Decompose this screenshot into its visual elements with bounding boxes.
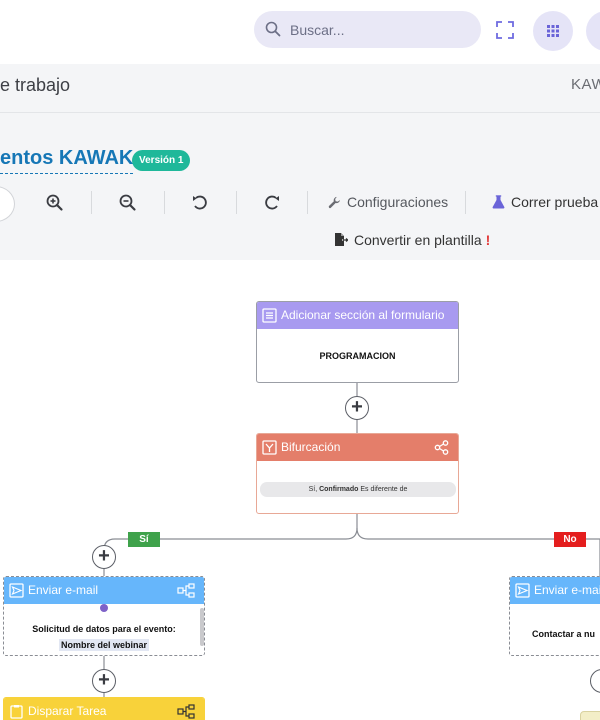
- add-step-button[interactable]: +: [345, 396, 369, 420]
- add-step-button[interactable]: +: [92, 545, 116, 569]
- share-icon[interactable]: [177, 704, 195, 719]
- search-input[interactable]: Buscar...: [290, 22, 344, 38]
- settings-label: Configuraciones: [347, 194, 449, 210]
- fullscreen-icon[interactable]: [494, 19, 516, 41]
- node-title: Adicionar sección al formulario: [281, 308, 445, 322]
- run-test-button[interactable]: Correr prueba: [492, 194, 598, 210]
- process-header: entos KAWAK Versión 1 Configuraciones Co…: [0, 113, 600, 260]
- node-body: Contactar a nu: [532, 629, 596, 639]
- flow-node-fork[interactable]: Bifurcación Sí, Confirmado Es diferente …: [256, 433, 459, 514]
- node-title: Enviar e-mail: [534, 583, 600, 597]
- flask-icon: [492, 195, 505, 209]
- node-title: Enviar e-mail: [28, 583, 99, 597]
- convert-template-button[interactable]: Convertir en plantilla!: [334, 232, 490, 248]
- form-icon: [262, 308, 277, 323]
- process-title[interactable]: entos KAWAK: [0, 147, 134, 174]
- node-body: PROGRAMACION: [319, 351, 396, 361]
- branch-no-tag: No: [554, 532, 586, 547]
- node-header: Adicionar sección al formulario: [257, 302, 458, 329]
- breadcrumb-title: e trabajo: [0, 75, 71, 95]
- convert-template-label: Convertir en plantilla: [354, 232, 482, 248]
- search-box[interactable]: Buscar...: [254, 11, 481, 48]
- version-badge: Versión 1: [132, 150, 191, 171]
- redo-icon[interactable]: [262, 193, 282, 213]
- node-title: Bifurcación: [281, 440, 341, 454]
- breadcrumb-bar: e trabajo KAW: [0, 64, 600, 113]
- toolbar-divider: [164, 191, 165, 214]
- node-header: Bifurcación: [257, 434, 458, 461]
- node-body-line1: Solicitud de datos para el evento:: [32, 624, 176, 634]
- add-step-button[interactable]: +: [92, 669, 116, 693]
- condition-pill: Sí, Confirmado Es diferente de: [260, 482, 456, 497]
- toolbar-divider: [91, 191, 92, 214]
- flow-node-trigger-task[interactable]: Disparar Tarea: [3, 697, 205, 720]
- partial-node[interactable]: [580, 711, 600, 720]
- toolbar-divider: [307, 191, 308, 214]
- node-header: Disparar Tarea: [4, 698, 204, 720]
- flow-node-email-no[interactable]: Enviar e-mail Contactar a nu: [509, 576, 600, 656]
- flow-canvas[interactable]: Adicionar sección al formulario PROGRAMA…: [0, 260, 600, 720]
- zoom-out-icon[interactable]: [118, 193, 138, 213]
- search-icon: [265, 21, 281, 37]
- apps-button[interactable]: [533, 11, 573, 51]
- info-icon: [100, 604, 108, 612]
- toolbar-round-button[interactable]: [0, 186, 15, 222]
- branch-yes-tag: Sí: [128, 532, 160, 547]
- toolbar-divider: [236, 191, 237, 214]
- apps-grid-icon: [547, 25, 559, 37]
- share-icon[interactable]: [434, 440, 449, 455]
- flow-node-add-section[interactable]: Adicionar sección al formulario PROGRAMA…: [256, 301, 459, 383]
- node-title: Disparar Tarea: [28, 704, 107, 718]
- breadcrumb-right-label: KAW: [571, 76, 600, 93]
- condition-field: Confirmado: [319, 486, 359, 493]
- run-test-label: Correr prueba: [511, 194, 599, 210]
- settings-button[interactable]: Configuraciones: [328, 194, 448, 210]
- warning-mark: !: [485, 232, 491, 248]
- file-export-icon: [335, 233, 348, 246]
- send-icon: [515, 583, 530, 598]
- flow-node-email-yes[interactable]: Enviar e-mail Solicitud de datos para el…: [3, 576, 205, 656]
- variable-chip: Nombre del webinar: [58, 639, 150, 651]
- node-header: Enviar e-mail: [4, 577, 204, 604]
- undo-icon[interactable]: [190, 193, 210, 213]
- top-bar: Buscar...: [0, 0, 600, 64]
- condition-prefix: Sí,: [308, 486, 318, 493]
- node-header: Enviar e-mail: [510, 577, 600, 604]
- condition-rest: Es diferente de: [360, 486, 408, 493]
- toolbar-divider: [465, 191, 466, 214]
- share-icon[interactable]: [177, 583, 195, 598]
- fork-icon: [262, 440, 277, 455]
- send-icon: [9, 583, 24, 598]
- user-avatar[interactable]: [586, 11, 600, 51]
- task-icon: [10, 705, 23, 719]
- zoom-in-icon[interactable]: [45, 193, 65, 213]
- wrench-icon: [328, 196, 340, 209]
